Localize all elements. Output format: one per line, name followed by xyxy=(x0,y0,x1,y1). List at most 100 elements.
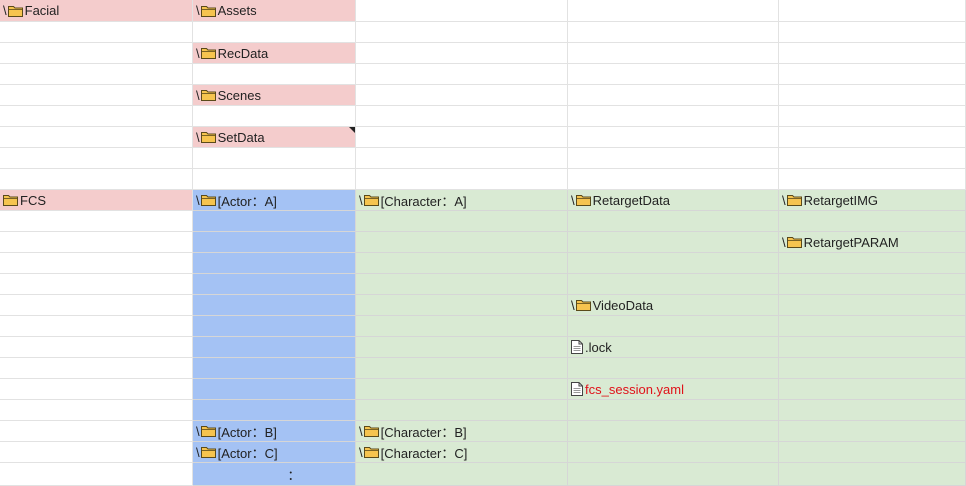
grid-cell[interactable] xyxy=(779,421,966,442)
cell-retarget-img[interactable]: \ RetargetIMG xyxy=(779,190,966,211)
grid-cell[interactable] xyxy=(779,379,966,400)
cell-ellipsis[interactable]: ： xyxy=(193,463,356,486)
grid-cell[interactable] xyxy=(356,400,568,421)
cell-actor-a[interactable]: \ [Actor：A] xyxy=(193,190,356,211)
grid-cell[interactable] xyxy=(356,211,568,232)
grid-cell[interactable] xyxy=(568,127,779,148)
grid-cell[interactable] xyxy=(779,22,966,43)
comment-indicator[interactable] xyxy=(349,127,355,133)
cell-setdata[interactable]: \ SetData xyxy=(193,127,356,148)
grid-cell[interactable] xyxy=(568,64,779,85)
grid-cell[interactable] xyxy=(779,169,966,190)
cell-assets[interactable]: \ Assets xyxy=(193,0,356,22)
grid-cell[interactable] xyxy=(193,148,356,169)
cell-lock-file[interactable]: .lock xyxy=(568,337,779,358)
grid-cell[interactable] xyxy=(0,337,193,358)
grid-cell[interactable] xyxy=(193,106,356,127)
grid-cell[interactable] xyxy=(356,85,568,106)
cell-character-a[interactable]: \ [Character：A] xyxy=(356,190,568,211)
grid-cell[interactable] xyxy=(779,295,966,316)
grid-cell[interactable] xyxy=(568,169,779,190)
grid-cell[interactable] xyxy=(0,379,193,400)
grid-cell[interactable] xyxy=(568,43,779,64)
grid-cell[interactable] xyxy=(193,169,356,190)
grid-cell[interactable] xyxy=(0,211,193,232)
grid-cell[interactable] xyxy=(568,442,779,463)
grid-cell[interactable] xyxy=(779,106,966,127)
grid-cell[interactable] xyxy=(779,400,966,421)
grid-cell[interactable] xyxy=(356,253,568,274)
grid-cell[interactable] xyxy=(779,43,966,64)
grid-cell[interactable] xyxy=(0,232,193,253)
grid-cell[interactable] xyxy=(0,22,193,43)
grid-cell[interactable] xyxy=(356,295,568,316)
grid-cell[interactable] xyxy=(568,253,779,274)
grid-cell[interactable] xyxy=(0,64,193,85)
grid-cell[interactable] xyxy=(779,463,966,486)
grid-cell[interactable] xyxy=(779,337,966,358)
grid-cell[interactable] xyxy=(568,358,779,379)
grid-cell[interactable] xyxy=(568,106,779,127)
grid-cell[interactable] xyxy=(193,64,356,85)
grid-cell[interactable] xyxy=(779,148,966,169)
grid-cell[interactable] xyxy=(779,0,966,22)
grid-cell[interactable] xyxy=(0,169,193,190)
grid-cell[interactable] xyxy=(193,253,356,274)
grid-cell[interactable] xyxy=(356,0,568,22)
cell-actor-c[interactable]: \ [Actor：C] xyxy=(193,442,356,463)
grid-cell[interactable] xyxy=(779,442,966,463)
grid-cell[interactable] xyxy=(193,400,356,421)
grid-cell[interactable] xyxy=(0,400,193,421)
grid-cell[interactable] xyxy=(193,232,356,253)
grid-cell[interactable] xyxy=(0,295,193,316)
grid-cell[interactable] xyxy=(779,274,966,295)
grid-cell[interactable] xyxy=(568,0,779,22)
grid-cell[interactable] xyxy=(568,421,779,442)
grid-cell[interactable] xyxy=(779,85,966,106)
grid-cell[interactable] xyxy=(568,463,779,486)
grid-cell[interactable] xyxy=(356,232,568,253)
grid-cell[interactable] xyxy=(356,463,568,486)
cell-facial[interactable]: \ Facial xyxy=(0,0,193,22)
grid-cell[interactable] xyxy=(779,211,966,232)
grid-cell[interactable] xyxy=(0,358,193,379)
grid-cell[interactable] xyxy=(0,43,193,64)
grid-cell[interactable] xyxy=(568,211,779,232)
grid-cell[interactable] xyxy=(356,106,568,127)
grid-cell[interactable] xyxy=(193,295,356,316)
grid-cell[interactable] xyxy=(779,358,966,379)
grid-cell[interactable] xyxy=(0,127,193,148)
grid-cell[interactable] xyxy=(193,274,356,295)
grid-cell[interactable] xyxy=(0,442,193,463)
grid-cell[interactable] xyxy=(356,43,568,64)
grid-cell[interactable] xyxy=(779,127,966,148)
cell-video-data[interactable]: \ VideoData xyxy=(568,295,779,316)
grid-cell[interactable] xyxy=(356,379,568,400)
grid-cell[interactable] xyxy=(193,211,356,232)
grid-cell[interactable] xyxy=(0,148,193,169)
cell-scenes[interactable]: \ Scenes xyxy=(193,85,356,106)
grid-cell[interactable] xyxy=(779,316,966,337)
cell-character-c[interactable]: \ [Character：C] xyxy=(356,442,568,463)
grid-cell[interactable] xyxy=(356,22,568,43)
grid-cell[interactable] xyxy=(779,64,966,85)
grid-cell[interactable] xyxy=(0,421,193,442)
cell-actor-b[interactable]: \ [Actor：B] xyxy=(193,421,356,442)
grid-cell[interactable] xyxy=(193,316,356,337)
cell-retarget-param[interactable]: \ RetargetPARAM xyxy=(779,232,966,253)
grid-cell[interactable] xyxy=(568,85,779,106)
cell-retarget-data[interactable]: \ RetargetData xyxy=(568,190,779,211)
grid-cell[interactable] xyxy=(568,274,779,295)
grid-cell[interactable] xyxy=(356,337,568,358)
grid-cell[interactable] xyxy=(356,274,568,295)
cell-character-b[interactable]: \ [Character：B] xyxy=(356,421,568,442)
grid-cell[interactable] xyxy=(0,316,193,337)
grid-cell[interactable] xyxy=(0,85,193,106)
grid-cell[interactable] xyxy=(193,337,356,358)
grid-cell[interactable] xyxy=(568,148,779,169)
grid-cell[interactable] xyxy=(356,358,568,379)
grid-cell[interactable] xyxy=(356,127,568,148)
grid-cell[interactable] xyxy=(356,169,568,190)
cell-session-file[interactable]: fcs_session.yaml xyxy=(568,379,779,400)
cell-recdata[interactable]: \ RecData xyxy=(193,43,356,64)
